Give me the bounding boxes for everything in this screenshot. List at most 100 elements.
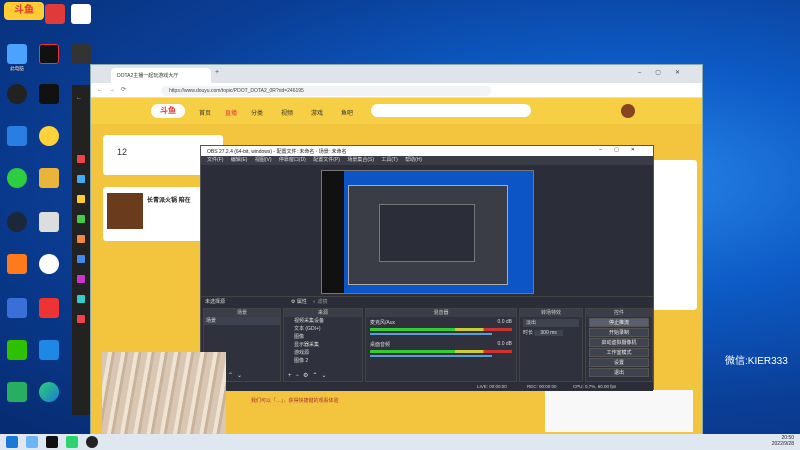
desktop-icon[interactable]	[34, 126, 64, 146]
music-icon	[39, 254, 59, 274]
sidebar-icon[interactable]	[77, 155, 85, 163]
menu-help[interactable]: 帮助(H)	[405, 157, 422, 163]
sidebar-icon[interactable]	[77, 275, 85, 283]
source-item[interactable]: 图像 2	[284, 357, 362, 365]
source-item[interactable]: 游戏源	[284, 349, 362, 357]
desktop-icon[interactable]	[34, 340, 64, 360]
douyu-logo-icon: 斗鱼	[4, 2, 44, 20]
app-icon	[7, 382, 27, 402]
menu-file[interactable]: 文件(F)	[207, 157, 223, 163]
source-item[interactable]: 显示器采集	[284, 341, 362, 349]
exit-button[interactable]: 退出	[589, 368, 649, 377]
scene-item[interactable]: 场景	[204, 317, 280, 325]
menu-edit[interactable]: 编辑(E)	[231, 157, 248, 163]
duration-label: 时长	[523, 330, 534, 336]
source-controls[interactable]: +−⚙⌃⌄	[288, 372, 330, 379]
start-recording-button[interactable]: 开始录制	[589, 328, 649, 337]
avatar[interactable]	[621, 104, 635, 118]
desktop-icon[interactable]	[66, 44, 96, 64]
filters-button[interactable]: ◐ 滤镜	[313, 297, 327, 307]
settings-button[interactable]: 设置	[589, 358, 649, 367]
sources-dock: 来源 视频采集设备 文本 (GDI+) 图像 显示器采集 游戏源 图像 2 +−…	[283, 308, 363, 382]
stop-streaming-button[interactable]: 停止推流	[589, 318, 649, 327]
sidebar-icon[interactable]	[77, 215, 85, 223]
virtual-camera-button[interactable]: 启动虚拟摄像机	[589, 338, 649, 347]
steam-icon[interactable]	[46, 436, 58, 448]
app-icon	[39, 84, 59, 104]
back-icon[interactable]: ←	[76, 95, 82, 101]
steam-desktop-icon[interactable]	[2, 212, 32, 232]
volume-slider[interactable]	[370, 333, 493, 335]
window-controls[interactable]: –▢✕	[599, 147, 647, 153]
this-pc-icon[interactable]: 此电脑	[2, 44, 32, 71]
source-item[interactable]: 文本 (GDI+)	[284, 325, 362, 333]
desktop-icon[interactable]	[66, 4, 96, 24]
date: 2022/9/28	[771, 441, 794, 447]
nav-video[interactable]: 视频	[281, 108, 293, 117]
sidebar-icon[interactable]	[77, 235, 85, 243]
edge-icon	[39, 382, 59, 402]
desktop-icon[interactable]	[34, 298, 64, 318]
edge-desktop-icon[interactable]	[34, 382, 64, 402]
browser-tab[interactable]: DOTA2主播一起玩游戏大厅	[111, 68, 211, 83]
nav-game[interactable]: 游戏	[311, 108, 323, 117]
desktop-icon[interactable]	[2, 254, 32, 274]
window-controls[interactable]: –▢✕	[638, 69, 694, 76]
tab-bar: DOTA2主播一起玩游戏大厅 + –▢✕	[91, 65, 702, 83]
desktop-icon[interactable]	[2, 382, 32, 402]
menu-profile[interactable]: 配置文件(P)	[313, 157, 340, 163]
desktop-icon[interactable]	[34, 212, 64, 232]
nav-fishbar[interactable]: 鱼吧	[341, 108, 353, 117]
volume-slider[interactable]	[370, 355, 493, 357]
channel-card[interactable]: 长青派火锅 陪在	[103, 187, 213, 241]
sources-header: 来源	[284, 309, 362, 317]
duration-input[interactable]: 300 ms	[534, 330, 563, 336]
app-icon	[39, 298, 59, 318]
sidebar-icon[interactable]	[77, 315, 85, 323]
sidebar-icon[interactable]	[77, 195, 85, 203]
desktop-icon[interactable]	[2, 126, 32, 146]
wechat-desktop-icon[interactable]	[2, 340, 32, 360]
desktop-icon[interactable]	[2, 168, 32, 188]
clock[interactable]: 20:50 2022/9/28	[772, 435, 794, 447]
properties-label: 属性	[296, 299, 307, 305]
desktop-icon[interactable]	[34, 254, 64, 274]
file-icon	[39, 168, 59, 188]
edge-icon[interactable]	[66, 436, 78, 448]
url-input[interactable]: https://www.douyu.com/topic/PDOT_DOTA2_0…	[161, 86, 491, 96]
sidebar-icon[interactable]	[77, 295, 85, 303]
menu-view[interactable]: 视图(V)	[255, 157, 272, 163]
nav-live[interactable]: 直播	[225, 108, 237, 117]
studio-mode-button[interactable]: 工作室模式	[589, 348, 649, 357]
obs-preview[interactable]	[321, 170, 534, 294]
sidebar-icon[interactable]	[77, 175, 85, 183]
nav-buttons[interactable]: ←→⟳	[97, 86, 132, 93]
site-logo[interactable]: 斗鱼	[151, 104, 185, 118]
properties-button[interactable]: ⚙ 属性	[291, 297, 307, 307]
controls-header: 控件	[586, 309, 652, 317]
source-item[interactable]: 图像	[284, 333, 362, 341]
obs-icon[interactable]	[86, 436, 98, 448]
new-tab-icon[interactable]: +	[215, 69, 219, 76]
count-value: 12	[117, 147, 128, 157]
start-icon[interactable]	[6, 436, 18, 448]
source-item[interactable]: 视频采集设备	[284, 317, 362, 325]
menu-scene-collection[interactable]: 场景集合(S)	[347, 157, 374, 163]
desktop-icon[interactable]	[34, 168, 64, 188]
obs-desktop-icon[interactable]	[2, 84, 32, 104]
douyu-desktop-icon[interactable]: 斗鱼	[4, 2, 44, 20]
desktop-icon[interactable]	[34, 44, 64, 64]
menu-docks[interactable]: 停靠窗口(D)	[279, 157, 306, 163]
task-view-icon[interactable]	[26, 436, 38, 448]
menu-tools[interactable]: 工具(T)	[381, 157, 397, 163]
nav-home[interactable]: 首页	[199, 108, 211, 117]
tab-title: DOTA2主播一起玩游戏大厅	[117, 73, 179, 79]
sidebar-icon[interactable]	[77, 255, 85, 263]
nav-category[interactable]: 分类	[251, 108, 263, 117]
mixer-dock: 混音器 麦克风/Aux 0.0 dB 桌面音频 0.0 dB	[365, 308, 517, 382]
transition-select[interactable]: 淡出	[523, 319, 579, 327]
site-search-input[interactable]	[371, 104, 531, 117]
desktop-icon[interactable]	[2, 298, 32, 318]
desktop-icon[interactable]	[34, 84, 64, 104]
scene-controls[interactable]: ⌃⌄	[228, 372, 246, 379]
